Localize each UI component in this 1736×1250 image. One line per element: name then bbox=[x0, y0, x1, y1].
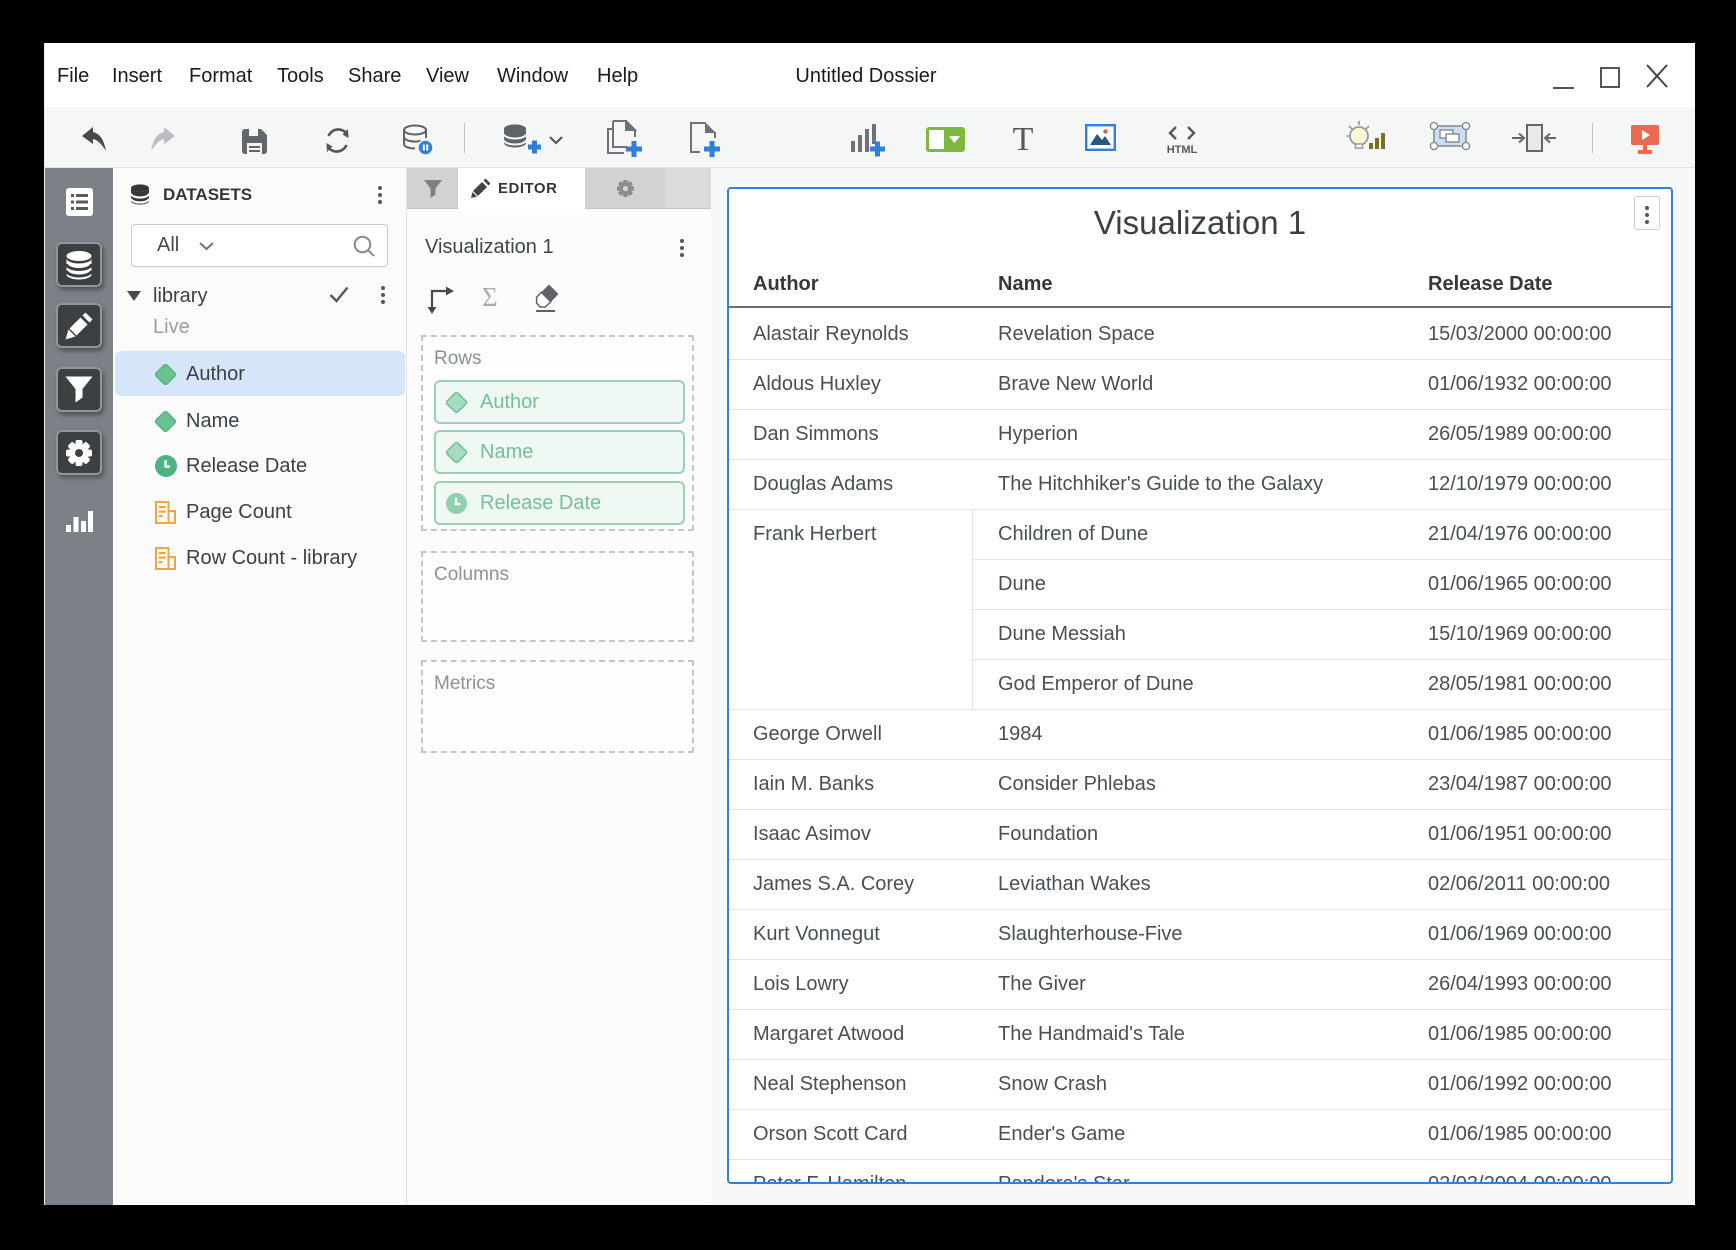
svg-text:HTML: HTML bbox=[1167, 144, 1198, 154]
svg-text:T: T bbox=[1013, 124, 1034, 154]
